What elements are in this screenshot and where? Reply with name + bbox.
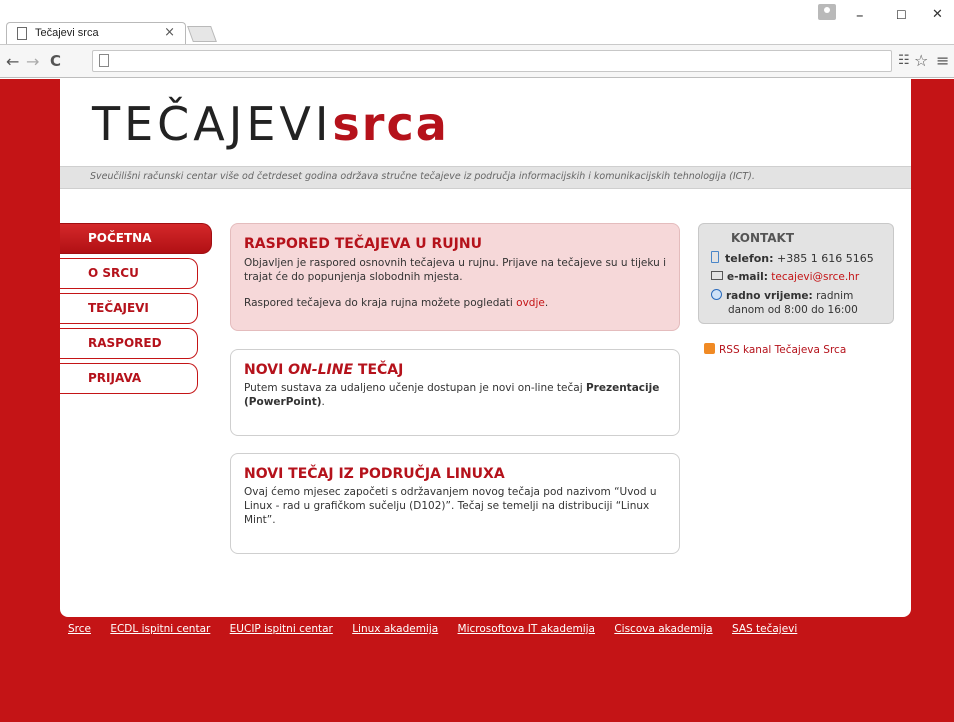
news-box-linux: NOVI TEČAJ IZ PODRUČJA LINUXA Ovaj ćemo …: [230, 453, 680, 554]
hours-value-1: radnim: [816, 290, 854, 302]
browser-toolbar: ← → C ☷ ☆ ≡: [0, 44, 954, 78]
news-title-em: ON-LINE: [288, 362, 354, 378]
logo-main: TEČAJEVI: [92, 97, 333, 151]
forward-icon[interactable]: →: [26, 52, 39, 71]
phone-value: +385 1 616 5165: [777, 252, 874, 265]
maximize-icon[interactable]: ☐: [896, 8, 907, 22]
tagline-text: Sveučilišni računski centar više od četr…: [90, 171, 755, 182]
news-text-pre: Raspored tečajeva do kraja rujna možete …: [244, 297, 517, 309]
page-icon: [17, 27, 27, 40]
news-title: NOVI ON-LINE TEČAJ: [244, 362, 403, 378]
news-text: Objavljen je raspored osnovnih tečajeva …: [244, 257, 666, 283]
page-info-icon[interactable]: [99, 54, 109, 67]
news-text-post: .: [544, 297, 549, 309]
close-window-icon[interactable]: ✕: [932, 7, 943, 22]
news-text-2: Raspored tečajeva do kraja rujna možete …: [244, 296, 669, 310]
menu-item-label: PRIJAVA: [88, 371, 142, 385]
footer-link-ecdl[interactable]: ECDL ispitni centar: [110, 623, 210, 635]
news-text-post: .: [321, 396, 325, 408]
news-text-pre: Putem sustava za udaljeno učenje dostupa…: [244, 382, 586, 394]
footer-link-sas[interactable]: SAS tečajevi: [732, 623, 797, 635]
browser-tab[interactable]: Tečajevi srca ×: [6, 22, 186, 44]
news-title: NOVI TEČAJ IZ PODRUČJA LINUXA: [244, 466, 505, 482]
profile-icon[interactable]: [818, 4, 836, 20]
menu-item-label: TEČAJEVI: [88, 301, 149, 315]
menu-item-pocetna[interactable]: POČETNA: [60, 223, 212, 254]
phone-label: telefon:: [725, 252, 774, 265]
news-box-raspored: RASPORED TEČAJEVA U RUJNU Objavljen je r…: [230, 223, 680, 331]
back-icon[interactable]: ←: [6, 52, 19, 71]
clock-icon: [711, 289, 722, 300]
address-bar[interactable]: [92, 50, 892, 72]
menu-item-raspored[interactable]: RASPORED: [60, 328, 198, 359]
footer-link-cisco[interactable]: Ciscova akademija: [614, 623, 712, 635]
news-title-post: TEČAJ: [353, 362, 404, 378]
menu-icon[interactable]: ≡: [936, 51, 949, 70]
site-logo[interactable]: TEČAJEVIsrca: [92, 101, 449, 147]
menu-item-label: O SRCU: [88, 266, 139, 280]
tab-title: Tečajevi srca: [35, 27, 99, 39]
contact-phone: telefon: +385 1 616 5165: [711, 251, 874, 265]
menu-item-label: RASPORED: [88, 336, 162, 350]
news-text: Ovaj ćemo mjesec započeti s održavanjem …: [244, 486, 657, 526]
browser-chrome: Tečajevi srca × – ☐ ✕ ← → C ☷ ☆ ≡: [0, 0, 954, 79]
menu-item-label: POČETNA: [88, 231, 152, 245]
news-text: Putem sustava za udaljeno učenje dostupa…: [244, 381, 669, 409]
footer-links: Srce ECDL ispitni centar EUCIP ispitni c…: [68, 623, 813, 635]
tab-close-icon[interactable]: ×: [164, 25, 175, 40]
contact-hours: radno vrijeme: radnim: [711, 289, 853, 302]
logo-accent: srca: [332, 97, 449, 151]
contact-title: KONTAKT: [731, 231, 795, 245]
rss-link[interactable]: RSS kanal Tečajeva Srca: [704, 343, 846, 356]
phone-icon: [711, 251, 719, 263]
mail-icon: [711, 271, 723, 280]
news-box-online: NOVI ON-LINE TEČAJ Putem sustava za udal…: [230, 349, 680, 436]
contact-box: KONTAKT telefon: +385 1 616 5165 e-mail:…: [698, 223, 894, 324]
reload-icon[interactable]: C: [50, 52, 61, 70]
email-link[interactable]: tecajevi@srce.hr: [771, 271, 859, 283]
new-tab-button[interactable]: [187, 26, 217, 42]
page-container: TEČAJEVIsrca Sveučilišni računski centar…: [60, 79, 911, 617]
news-title: RASPORED TEČAJEVA U RUJNU: [244, 236, 482, 252]
menu-item-o-srcu[interactable]: O SRCU: [60, 258, 198, 289]
news-title-pre: NOVI: [244, 362, 289, 378]
translate-icon[interactable]: ☷: [898, 53, 910, 68]
contact-hours-2: danom od 8:00 do 16:00: [728, 304, 858, 316]
contact-email: e-mail: tecajevi@srce.hr: [711, 271, 859, 283]
footer-link-srce[interactable]: Srce: [68, 623, 91, 635]
tab-strip: Tečajevi srca × – ☐ ✕: [0, 0, 954, 44]
minimize-icon[interactable]: –: [856, 6, 864, 24]
main-menu: POČETNA O SRCU TEČAJEVI RASPORED PRIJAVA: [60, 223, 212, 398]
rss-icon: [704, 343, 715, 354]
tagline-bar: Sveučilišni računski centar više od četr…: [60, 166, 911, 189]
footer-link-eucip[interactable]: EUCIP ispitni centar: [230, 623, 333, 635]
bookmark-star-icon[interactable]: ☆: [914, 51, 928, 70]
rss-label: RSS kanal Tečajeva Srca: [719, 344, 847, 356]
footer-link-microsoft[interactable]: Microsoftova IT akademija: [458, 623, 595, 635]
footer-link-linux[interactable]: Linux akademija: [352, 623, 438, 635]
ovdje-link[interactable]: ovdje: [516, 297, 545, 309]
menu-item-prijava[interactable]: PRIJAVA: [60, 363, 198, 394]
menu-item-tecajevi[interactable]: TEČAJEVI: [60, 293, 198, 324]
email-label: e-mail:: [727, 271, 768, 283]
hours-label: radno vrijeme:: [726, 290, 813, 302]
